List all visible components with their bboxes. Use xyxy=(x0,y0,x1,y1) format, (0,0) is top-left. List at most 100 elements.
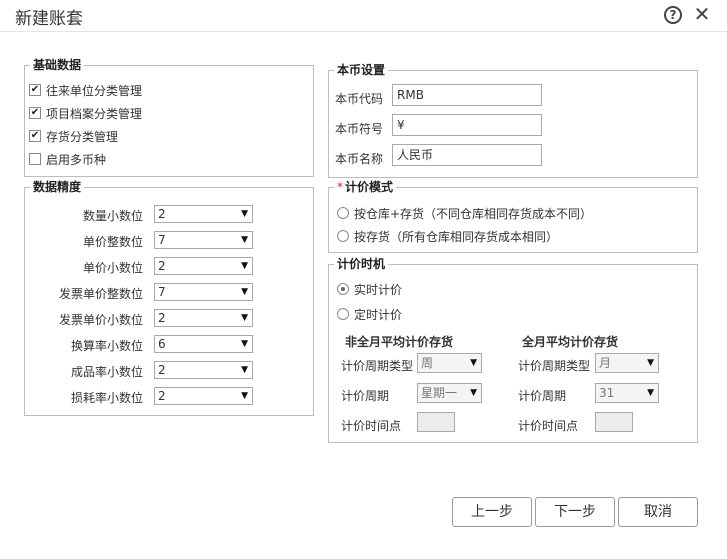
non-monthly-period-select[interactable]: 星期一 ▼ xyxy=(417,383,482,403)
chevron-down-icon: ▼ xyxy=(647,388,654,398)
required-mark: * xyxy=(337,180,343,194)
chevron-down-icon: ▼ xyxy=(241,313,248,323)
pricing-mode-option-warehouse[interactable]: 按仓库+存货（不同仓库相同存货成本不同） xyxy=(337,205,592,221)
precision-label: 单价小数位 xyxy=(82,261,143,275)
dialog-title: 新建账套 xyxy=(15,9,83,29)
checkbox-row-contact-class[interactable]: ✔ 往来单位分类管理 xyxy=(29,82,142,98)
precision-select[interactable]: 2 ▼ xyxy=(154,257,253,275)
period-label: 计价周期 xyxy=(518,389,567,403)
precision-select[interactable]: 6 ▼ xyxy=(154,335,253,353)
chevron-down-icon: ▼ xyxy=(647,358,654,368)
precision-group: 数据精度 数量小数位 2 ▼ 单价整数位 7 ▼ 单价小数位 2 ▼ 发票单价整… xyxy=(24,180,314,416)
precision-select[interactable]: 2 ▼ xyxy=(154,387,253,405)
checkbox-row-multi-currency[interactable]: 启用多币种 xyxy=(29,151,106,167)
radio-label: 定时计价 xyxy=(354,307,403,322)
precision-row: 换算率小数位 6 ▼ xyxy=(25,335,313,353)
radio-button[interactable] xyxy=(337,308,349,320)
time-point-label: 计价时间点 xyxy=(341,419,402,433)
currency-name-label: 本币名称 xyxy=(335,152,384,166)
pricing-timing-legend: 计价时机 xyxy=(334,257,389,272)
currency-code-input[interactable]: RMB xyxy=(392,84,542,106)
non-monthly-heading: 非全月平均计价存货 xyxy=(345,335,454,349)
checkbox-label: 启用多币种 xyxy=(46,152,107,167)
radio-label: 按仓库+存货（不同仓库相同存货成本不同） xyxy=(354,206,593,221)
select-value: 7 xyxy=(158,285,166,299)
period-type-label: 计价周期类型 xyxy=(341,359,414,373)
select-value: 7 xyxy=(158,233,166,247)
radio-button[interactable] xyxy=(337,207,349,219)
radio-button[interactable] xyxy=(337,283,349,295)
checkbox-label: 存货分类管理 xyxy=(46,129,119,144)
checkbox[interactable]: ✔ xyxy=(29,107,41,119)
precision-legend: 数据精度 xyxy=(30,180,85,195)
checkbox-row-inventory-class[interactable]: ✔ 存货分类管理 xyxy=(29,128,118,144)
chevron-down-icon: ▼ xyxy=(241,365,248,375)
radio-button[interactable] xyxy=(337,230,349,242)
chevron-down-icon: ▼ xyxy=(241,391,248,401)
period-label: 计价周期 xyxy=(341,389,390,403)
select-value: 2 xyxy=(158,207,166,221)
precision-select[interactable]: 2 ▼ xyxy=(154,205,253,223)
select-value: 2 xyxy=(158,389,166,403)
precision-label: 发票单价小数位 xyxy=(58,313,143,327)
chevron-down-icon: ▼ xyxy=(241,209,248,219)
select-value: 6 xyxy=(158,337,166,351)
precision-select[interactable]: 2 ▼ xyxy=(154,361,253,379)
checkbox-label: 项目档案分类管理 xyxy=(46,106,143,121)
precision-label: 数量小数位 xyxy=(82,209,143,223)
select-value: 星期一 xyxy=(421,386,458,400)
monthly-time-input[interactable] xyxy=(595,412,633,432)
radio-label: 实时计价 xyxy=(354,282,403,297)
currency-legend: 本币设置 xyxy=(334,63,389,78)
select-value: 2 xyxy=(158,311,166,325)
chevron-down-icon: ▼ xyxy=(470,358,477,368)
basic-data-group: 基础数据 ✔ 往来单位分类管理 ✔ 项目档案分类管理 ✔ 存货分类管理 启用多币… xyxy=(24,58,314,177)
currency-group: 本币设置 本币代码 RMB 本币符号 ¥ 本币名称 人民币 xyxy=(328,63,698,178)
currency-name-input[interactable]: 人民币 xyxy=(392,144,542,166)
checkbox[interactable] xyxy=(29,153,41,165)
checkbox-label: 往来单位分类管理 xyxy=(46,83,143,98)
currency-symbol-label: 本币符号 xyxy=(335,122,384,136)
precision-select[interactable]: 7 ▼ xyxy=(154,283,253,301)
chevron-down-icon: ▼ xyxy=(241,339,248,349)
pricing-mode-option-inventory[interactable]: 按存货（所有仓库相同存货成本相同） xyxy=(337,228,558,244)
precision-row: 单价小数位 2 ▼ xyxy=(25,257,313,275)
dialog-titlebar: 新建账套 ? ✕ xyxy=(0,0,727,32)
select-value: 月 xyxy=(599,356,612,370)
help-icon[interactable]: ? xyxy=(664,6,682,24)
precision-label: 发票单价整数位 xyxy=(58,287,143,301)
checkbox-row-project-class[interactable]: ✔ 项目档案分类管理 xyxy=(29,105,142,121)
checkbox[interactable]: ✔ xyxy=(29,130,41,142)
precision-row: 损耗率小数位 2 ▼ xyxy=(25,387,313,405)
chevron-down-icon: ▼ xyxy=(241,287,248,297)
monthly-period-type-select[interactable]: 月 ▼ xyxy=(595,353,659,373)
pricing-mode-group: * 计价模式 按仓库+存货（不同仓库相同存货成本不同） 按存货（所有仓库相同存货成… xyxy=(328,180,698,253)
pricing-mode-legend: * 计价模式 xyxy=(334,180,397,195)
precision-row: 发票单价整数位 7 ▼ xyxy=(25,283,313,301)
non-monthly-period-type-select[interactable]: 周 ▼ xyxy=(417,353,482,373)
cancel-button[interactable]: 取消 xyxy=(618,497,698,527)
pricing-mode-legend-text: 计价模式 xyxy=(345,180,394,194)
monthly-period-select[interactable]: 31 ▼ xyxy=(595,383,659,403)
scheduled-option[interactable]: 定时计价 xyxy=(337,306,402,322)
close-icon[interactable]: ✕ xyxy=(692,2,712,26)
time-point-label: 计价时间点 xyxy=(518,419,579,433)
chevron-down-icon: ▼ xyxy=(241,235,248,245)
precision-row: 成品率小数位 2 ▼ xyxy=(25,361,313,379)
prev-step-button[interactable]: 上一步 xyxy=(452,497,532,527)
chevron-down-icon: ▼ xyxy=(470,388,477,398)
currency-code-label: 本币代码 xyxy=(335,92,384,106)
precision-select[interactable]: 2 ▼ xyxy=(154,309,253,327)
non-monthly-time-input[interactable] xyxy=(417,412,455,432)
next-step-button[interactable]: 下一步 xyxy=(535,497,615,527)
precision-label: 换算率小数位 xyxy=(70,339,143,353)
pricing-timing-group: 计价时机 实时计价 定时计价 非全月平均计价存货 计价周期类型 周 ▼ 计价周期… xyxy=(328,257,698,443)
precision-select[interactable]: 7 ▼ xyxy=(154,231,253,249)
currency-symbol-input[interactable]: ¥ xyxy=(392,114,542,136)
select-value: 2 xyxy=(158,363,166,377)
monthly-heading: 全月平均计价存货 xyxy=(522,335,619,349)
select-value: 31 xyxy=(599,386,615,400)
realtime-option[interactable]: 实时计价 xyxy=(337,281,402,297)
precision-label: 单价整数位 xyxy=(82,235,143,249)
checkbox[interactable]: ✔ xyxy=(29,84,41,96)
